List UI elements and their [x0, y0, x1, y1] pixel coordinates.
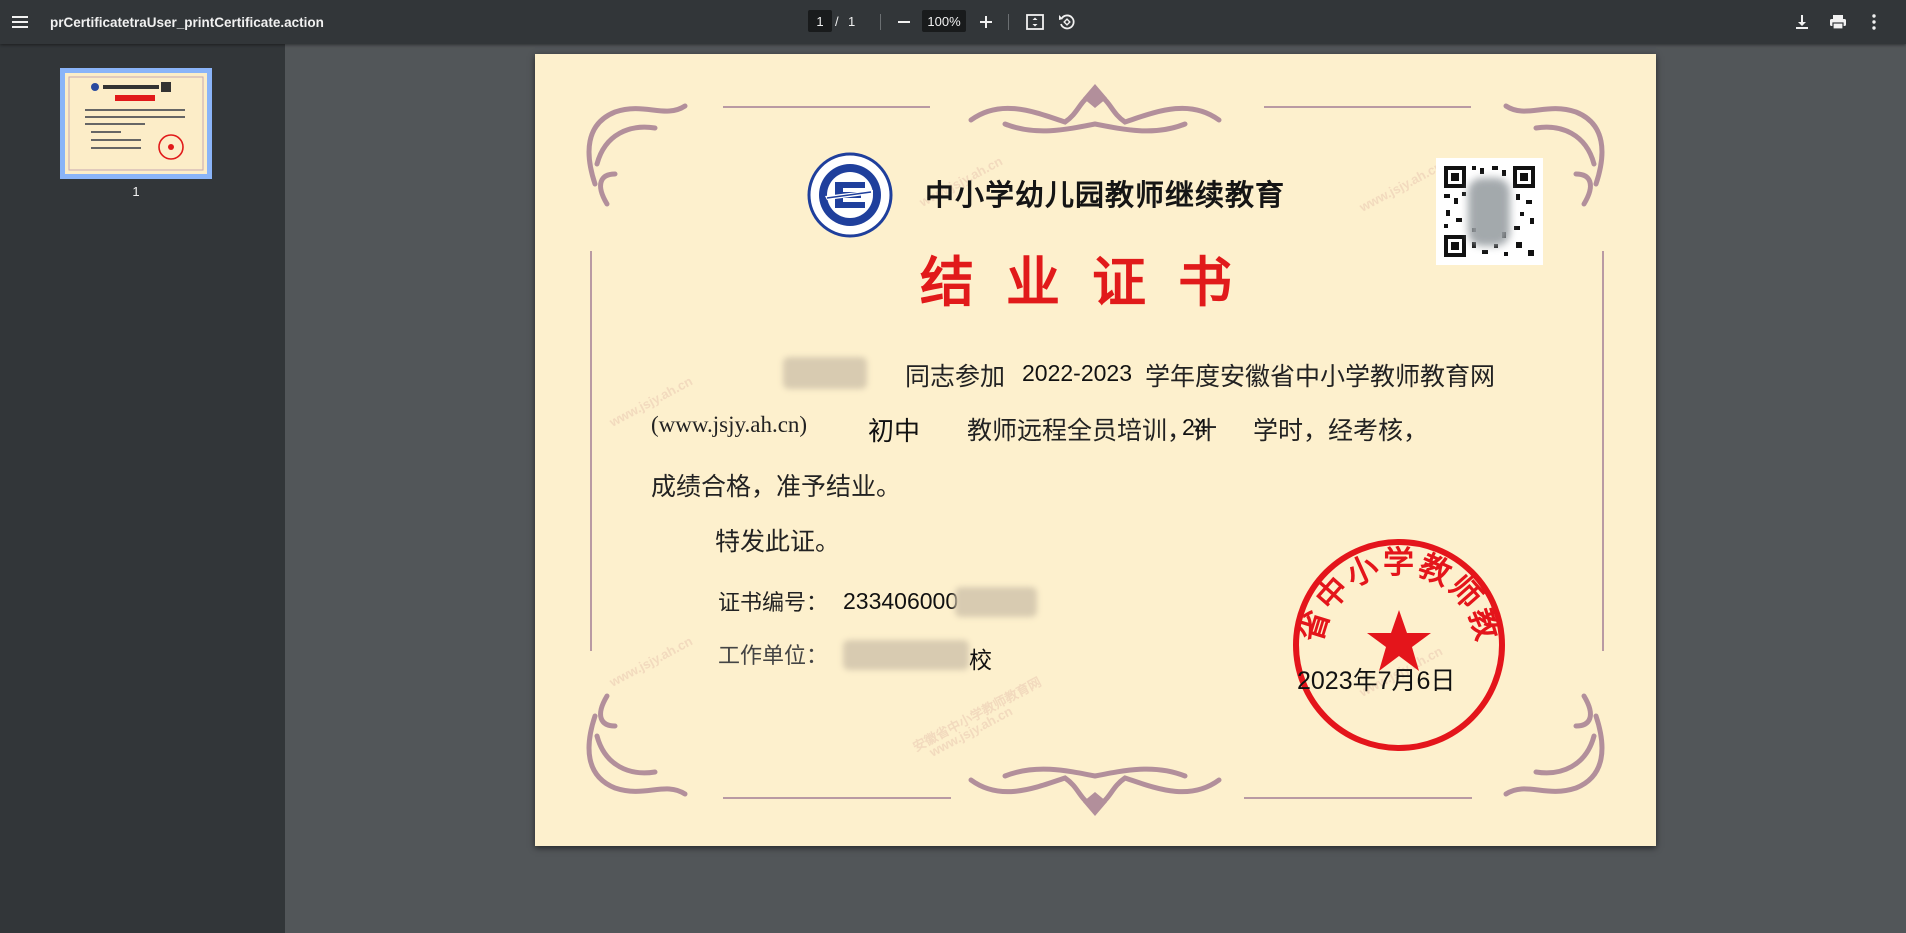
qr-code-graphic [1444, 166, 1535, 257]
certificate-title: 结业证书 [920, 253, 1264, 313]
frame-line-right [1602, 251, 1604, 651]
frame-line-bottom-right [1244, 797, 1472, 799]
cert-number-label: 证书编号： [718, 590, 829, 615]
frame-line-top-left [723, 106, 930, 108]
work-unit-label: 工作单位： [718, 643, 829, 668]
thumbnail-graphic [68, 76, 204, 171]
website-url: (www.jsjy.ah.cn) [651, 412, 808, 437]
redacted-work-unit [843, 640, 969, 670]
body-line3-text: 成绩合格，准予结业。 [651, 474, 902, 501]
download-icon [1796, 15, 1808, 29]
certificate-page: www.jsjy.ah.cn www.jsjy.ah.cn www.jsjy.a… [535, 54, 1656, 846]
cert-number-value: 233406000 [843, 588, 959, 614]
download-button[interactable] [1788, 8, 1816, 36]
redacted-cert-number [955, 587, 1037, 617]
body-line1-text-a: 同志参加 [905, 364, 1006, 391]
print-icon [1830, 15, 1846, 30]
logo-icon [807, 152, 893, 238]
frame-line-left [590, 251, 592, 651]
body-line4-text: 特发此证。 [715, 529, 841, 556]
thumbnail-page-number: 1 [132, 184, 140, 199]
document-viewer[interactable]: www.jsjy.ah.cn www.jsjy.ah.cn www.jsjy.a… [285, 44, 1906, 933]
page-separator: / [835, 13, 839, 29]
menu-icon [12, 16, 28, 28]
issue-date: 2023年7月6日 [1297, 667, 1456, 695]
official-seal-icon: 安徽省中小学教师教育网 [1292, 535, 1505, 751]
body-line2-text-b: 学时，经考核， [1253, 418, 1429, 445]
training-hours: 24 [1182, 414, 1208, 440]
zoom-out-button[interactable] [890, 8, 918, 36]
document-title: prCertificatetraUser_printCertificate.ac… [50, 14, 324, 30]
body-line1-text-b: 学年度安徽省中小学教师教育网 [1145, 364, 1496, 391]
zoom-level-input[interactable]: 100% [922, 10, 966, 32]
school-year: 2022-2023 [1022, 360, 1132, 386]
fit-page-icon [1026, 14, 1044, 30]
zoom-in-button[interactable] [972, 8, 1000, 36]
fit-to-page-button[interactable] [1021, 8, 1049, 36]
frame-line-bottom-left [723, 797, 951, 799]
pdf-toolbar: prCertificatetraUser_printCertificate.ac… [0, 0, 1906, 44]
qr-code [1436, 158, 1543, 265]
print-button[interactable] [1824, 8, 1852, 36]
thumbnail-sidebar: 1 [0, 44, 285, 933]
body-line2-text-a: 教师远程全员培训，计 [967, 418, 1218, 445]
thumbnail-preview [65, 73, 207, 174]
rotate-button[interactable] [1053, 8, 1081, 36]
zoom-out-icon [898, 21, 910, 23]
toolbar-divider [1008, 14, 1009, 30]
redacted-name [783, 357, 867, 389]
page-thumbnail[interactable] [60, 68, 212, 179]
toolbar-divider [880, 14, 881, 30]
school-level: 初中 [868, 416, 921, 446]
more-vert-icon [1872, 14, 1876, 30]
more-actions-button[interactable] [1860, 8, 1888, 36]
org-title: 中小学幼儿园教师继续教育 [925, 180, 1286, 212]
page-total: 1 [848, 13, 856, 29]
frame-line-top-right [1264, 106, 1471, 108]
zoom-in-icon [980, 16, 992, 28]
work-unit-suffix: 校 [969, 647, 992, 673]
menu-button[interactable] [6, 8, 34, 36]
page-number-input[interactable]: 1 [808, 10, 832, 32]
rotate-icon [1059, 14, 1075, 30]
